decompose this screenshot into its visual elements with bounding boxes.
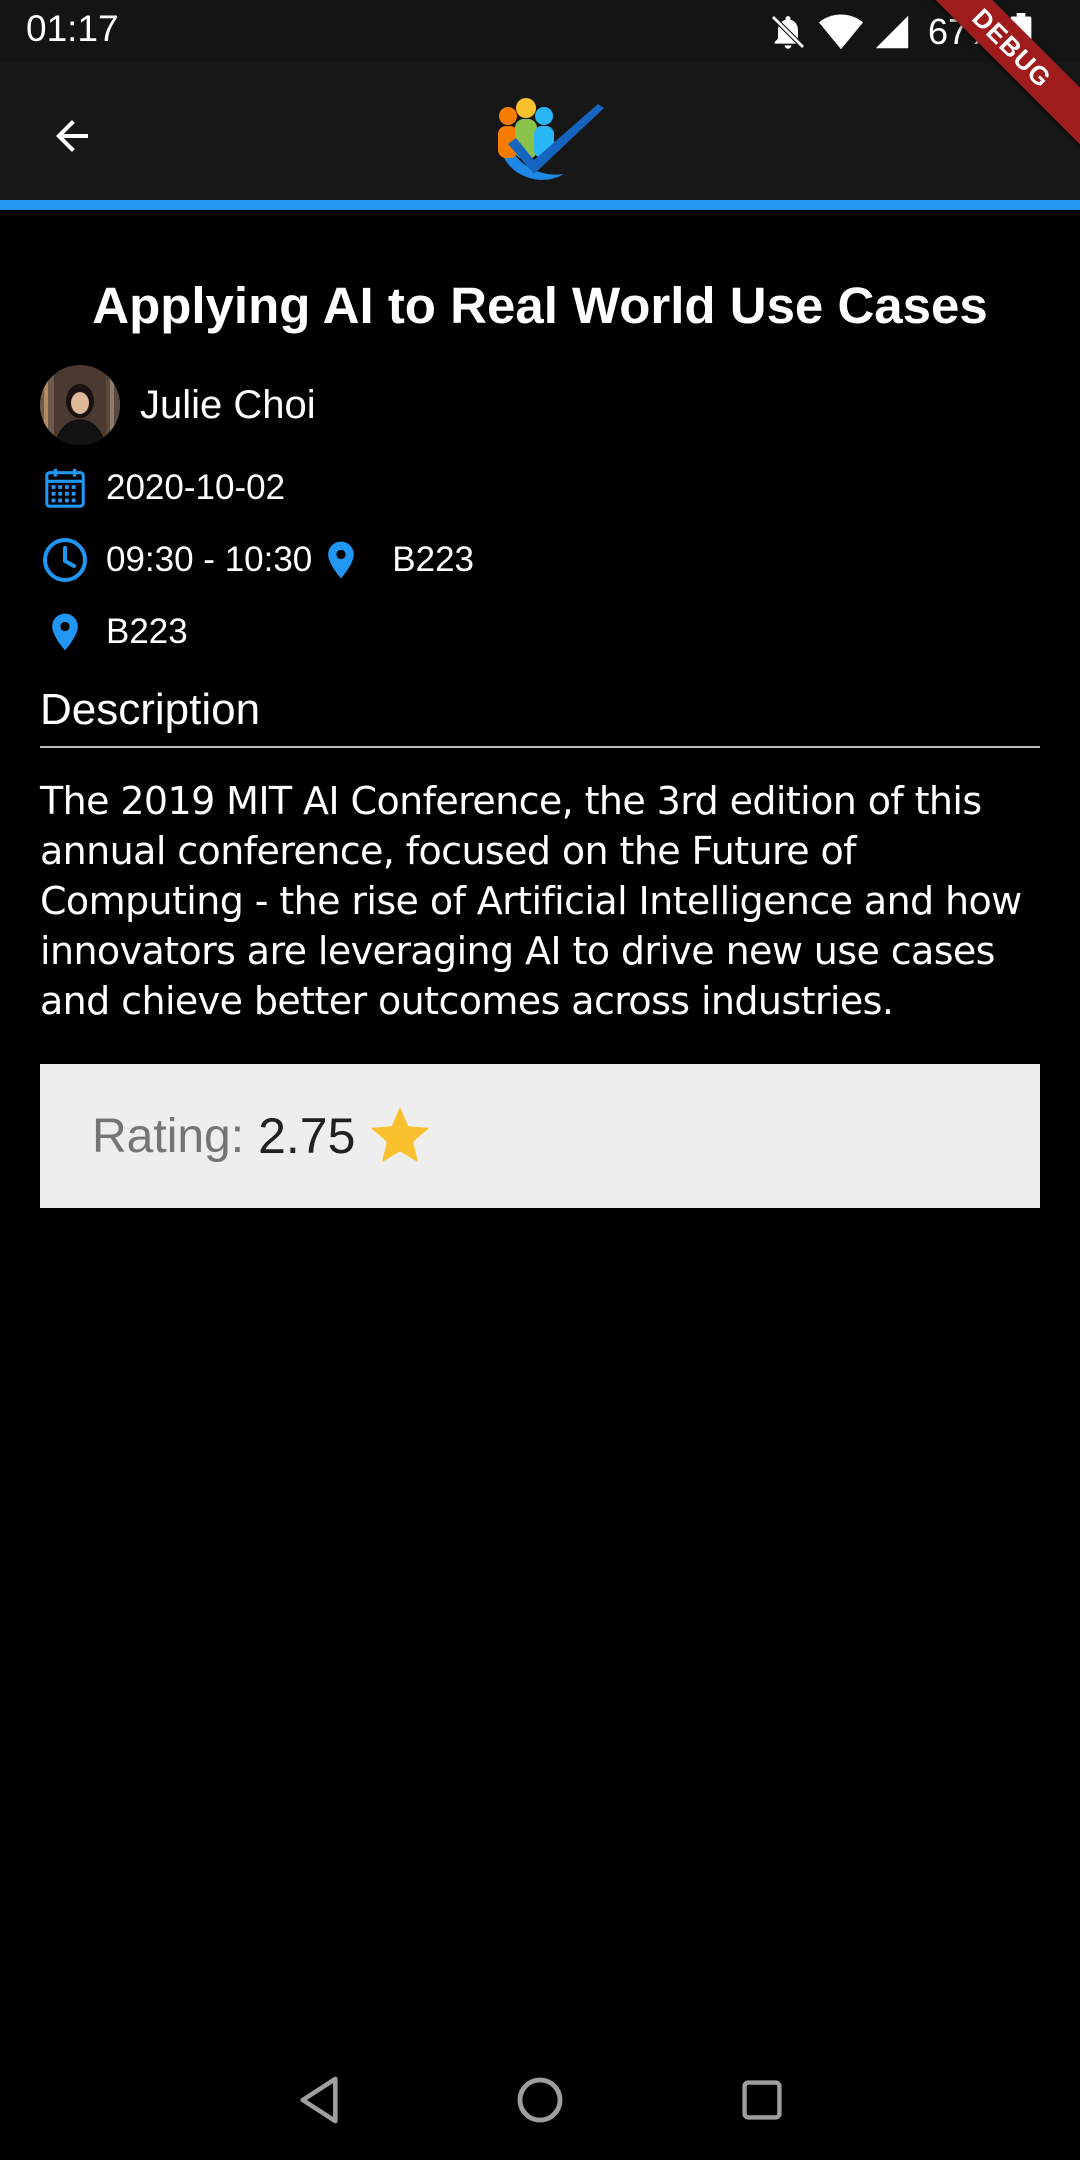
nav-back-button[interactable]	[284, 2064, 356, 2136]
clock-icon	[40, 535, 90, 585]
session-detail: Applying AI to Real World Use Cases Juli…	[40, 270, 1040, 1208]
back-button[interactable]	[36, 100, 108, 172]
recents-square-icon	[742, 2080, 782, 2120]
location-pin-icon	[316, 535, 366, 585]
status-time: 01:17	[26, 8, 119, 49]
description-divider	[40, 746, 1040, 748]
session-time: 09:30 - 10:30	[106, 540, 313, 579]
time-row: 09:30 - 10:30 B223	[40, 530, 1040, 590]
app-bar-accent-line	[0, 200, 1080, 210]
speaker-avatar	[40, 365, 120, 445]
status-bar: 01:17 67%	[0, 0, 1080, 62]
system-nav-bar	[0, 2040, 1080, 2160]
speaker-row[interactable]: Julie Choi	[40, 364, 1040, 446]
back-triangle-icon	[300, 2076, 338, 2124]
star-icon	[371, 1106, 430, 1163]
conference-logo	[497, 98, 604, 180]
avatar-image	[40, 365, 120, 445]
rating-label: Rating:	[92, 1109, 245, 1163]
session-description: The 2019 MIT AI Conference, the 3rd edit…	[40, 779, 1022, 1023]
date-row: 2020-10-02	[40, 458, 1040, 518]
arrow-back-icon	[56, 120, 88, 152]
session-title: Applying AI to Real World Use Cases	[92, 277, 988, 334]
description-heading: Description	[40, 685, 261, 734]
session-room-inline: B223	[392, 540, 475, 579]
cellular-icon	[875, 15, 909, 49]
rating-card[interactable]: Rating: 2.75	[40, 1064, 1040, 1208]
speaker-name: Julie Choi	[140, 382, 316, 427]
location-row: B223	[40, 602, 1040, 662]
nav-recents-button[interactable]	[726, 2064, 798, 2136]
rating-value: 2.75	[258, 1108, 356, 1164]
wifi-icon	[818, 14, 863, 50]
bell-off-icon	[771, 15, 805, 49]
home-circle-icon	[517, 2077, 563, 2123]
nav-home-button[interactable]	[504, 2064, 576, 2136]
calendar-icon	[40, 463, 90, 513]
location-pin-icon	[40, 607, 90, 657]
session-date: 2020-10-02	[106, 468, 286, 507]
app-bar	[0, 62, 1080, 200]
session-room: B223	[106, 612, 188, 651]
